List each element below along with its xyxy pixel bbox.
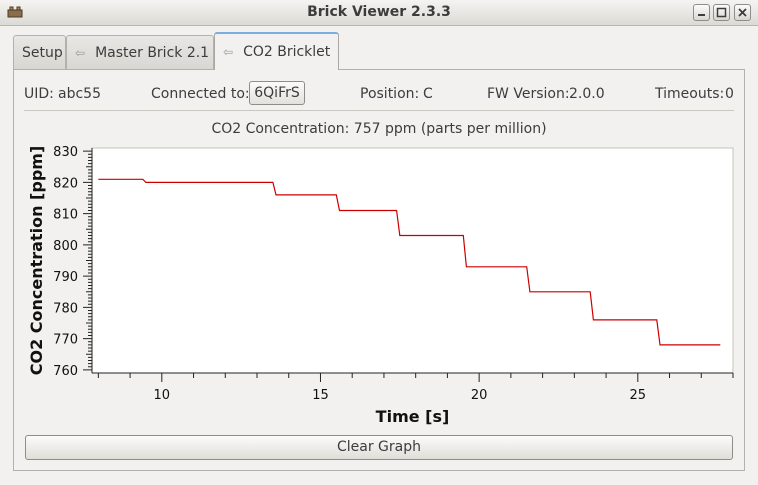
y-tick-label: 820 [53, 176, 78, 191]
co2-chart: 760 770 780 790 800 810 820 830 10 15 20 25 Time [… [27, 145, 734, 426]
x-axis: 10 15 20 25 [92, 372, 734, 403]
detach-icon: ⇦ [223, 45, 234, 59]
y-tick-label: 760 [53, 364, 78, 379]
x-tick-label: 15 [312, 388, 329, 403]
y-tick-label: 800 [53, 239, 78, 254]
clear-graph-button[interactable]: Clear Graph [25, 435, 733, 460]
y-tick-label: 790 [53, 270, 78, 285]
y-tick-label: 810 [53, 208, 78, 223]
y-tick-label: 830 [53, 145, 78, 160]
plot-area [91, 147, 734, 374]
y-axis: 760 770 780 790 800 810 820 830 [53, 145, 93, 379]
y-tick-label: 770 [53, 333, 78, 348]
x-tick-label: 25 [630, 388, 647, 403]
x-axis-title: Time [s] [376, 407, 450, 426]
y-axis-title: CO2 Concentration [ppm] [27, 146, 46, 376]
tab-co2-bricklet-label: CO2 Bricklet [243, 44, 331, 60]
x-tick-label: 20 [471, 388, 488, 403]
tab-co2-bricklet[interactable]: ⇦ CO2 Bricklet [214, 32, 339, 70]
x-tick-label: 10 [154, 388, 171, 403]
y-tick-label: 780 [53, 301, 78, 316]
